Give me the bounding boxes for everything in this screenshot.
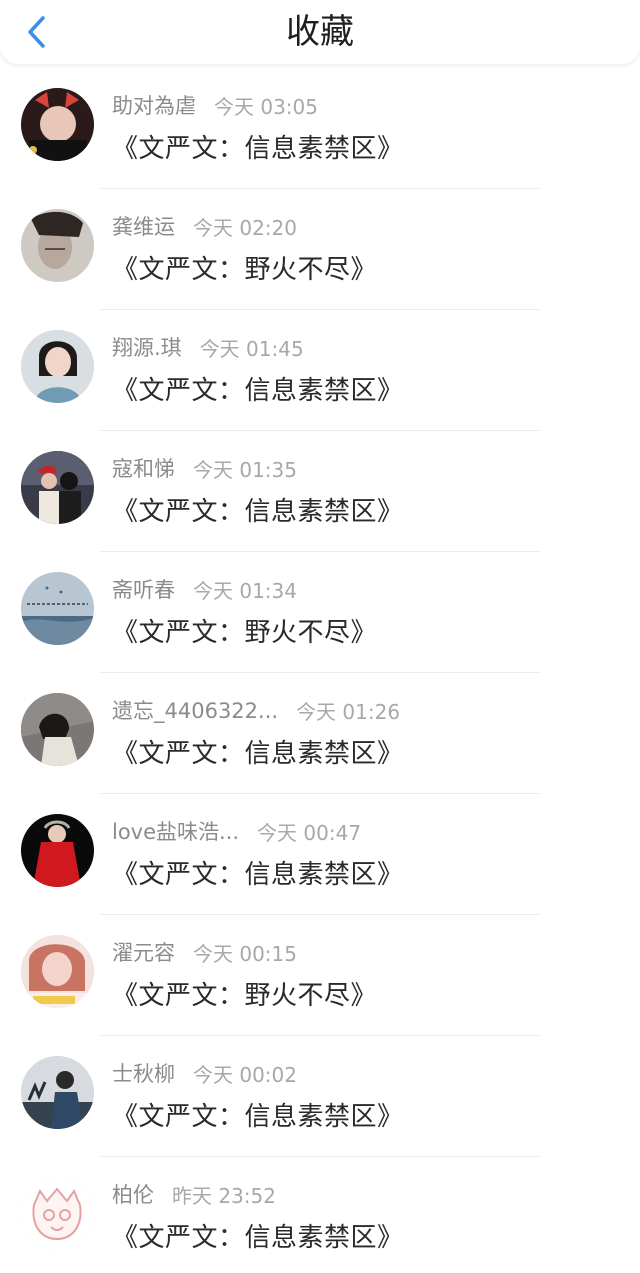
timestamp: 今天 02:20 <box>193 215 297 240</box>
favorite-title[interactable]: 《文严文：信息素禁区》 <box>112 733 404 770</box>
user-name[interactable]: 龚维运 <box>112 211 175 241</box>
user-name[interactable]: 遗忘_4406322... <box>112 695 278 725</box>
favorite-title[interactable]: 《文严文：信息素禁区》 <box>112 854 404 891</box>
list-item[interactable]: love盐味浩... 今天 00:47 《文严文：信息素禁区》 <box>0 794 640 915</box>
item-meta: 龚维运 今天 02:20 <box>112 211 297 241</box>
favorite-title[interactable]: 《文严文：信息素禁区》 <box>112 1217 404 1254</box>
item-meta: 斋听春 今天 01:34 <box>112 574 297 604</box>
item-meta: 翔源.琪 今天 01:45 <box>112 332 304 362</box>
user-name[interactable]: 濯元容 <box>112 937 175 967</box>
user-name[interactable]: love盐味浩... <box>112 816 239 846</box>
timestamp: 今天 01:26 <box>296 699 401 724</box>
item-meta: 寇和悌 今天 01:35 <box>112 453 297 483</box>
user-avatar[interactable] <box>21 935 94 1008</box>
timestamp: 今天 01:34 <box>193 578 297 603</box>
user-name[interactable]: 寇和悌 <box>112 453 175 483</box>
item-meta: 柏伦 昨天 23:52 <box>112 1179 276 1209</box>
favorite-title[interactable]: 《文严文：信息素禁区》 <box>112 491 404 528</box>
user-avatar[interactable] <box>21 693 94 766</box>
user-avatar[interactable] <box>21 1177 94 1250</box>
favorite-title[interactable]: 《文严文：野火不尽》 <box>112 975 377 1012</box>
timestamp: 今天 01:35 <box>193 457 297 482</box>
favorite-title[interactable]: 《文严文：信息素禁区》 <box>112 1096 404 1133</box>
user-name[interactable]: 翔源.琪 <box>112 332 182 362</box>
item-meta: 士秋柳 今天 00:02 <box>112 1058 297 1088</box>
favorite-title[interactable]: 《文严文：野火不尽》 <box>112 249 377 286</box>
item-meta: 助对為虐 今天 03:05 <box>112 90 318 120</box>
timestamp: 今天 00:15 <box>193 941 297 966</box>
timestamp: 昨天 23:52 <box>172 1183 276 1208</box>
timestamp: 今天 00:47 <box>257 820 362 845</box>
user-avatar[interactable] <box>21 814 94 887</box>
timestamp: 今天 03:05 <box>214 94 318 119</box>
page-title: 收藏 <box>286 12 354 52</box>
user-name[interactable]: 助对為虐 <box>112 90 196 120</box>
list-item[interactable]: 翔源.琪 今天 01:45 《文严文：信息素禁区》 <box>0 310 640 431</box>
user-name[interactable]: 士秋柳 <box>112 1058 175 1088</box>
item-meta: 遗忘_4406322... 今天 01:26 <box>112 695 400 725</box>
favorite-title[interactable]: 《文严文：信息素禁区》 <box>112 128 404 165</box>
user-name[interactable]: 斋听春 <box>112 574 175 604</box>
favorites-list: 助对為虐 今天 03:05 《文严文：信息素禁区》 龚维运 今天 02:20 《… <box>0 68 640 1273</box>
favorite-title[interactable]: 《文严文：野火不尽》 <box>112 612 377 649</box>
user-avatar[interactable] <box>21 451 94 524</box>
list-item[interactable]: 寇和悌 今天 01:35 《文严文：信息素禁区》 <box>0 431 640 552</box>
item-meta: love盐味浩... 今天 00:47 <box>112 816 361 846</box>
list-item[interactable]: 龚维运 今天 02:20 《文严文：野火不尽》 <box>0 189 640 310</box>
item-meta: 濯元容 今天 00:15 <box>112 937 297 967</box>
top-bar: 收藏 <box>0 0 640 64</box>
list-item[interactable]: 助对為虐 今天 03:05 《文严文：信息素禁区》 <box>0 68 640 189</box>
user-avatar[interactable] <box>21 1056 94 1129</box>
favorite-title[interactable]: 《文严文：信息素禁区》 <box>112 370 404 407</box>
user-name[interactable]: 柏伦 <box>112 1179 154 1209</box>
user-avatar[interactable] <box>21 88 94 161</box>
chevron-left-icon <box>28 16 45 48</box>
list-item[interactable]: 柏伦 昨天 23:52 《文严文：信息素禁区》 <box>0 1157 640 1273</box>
list-item[interactable]: 士秋柳 今天 00:02 《文严文：信息素禁区》 <box>0 1036 640 1157</box>
timestamp: 今天 00:02 <box>193 1062 297 1087</box>
timestamp: 今天 01:45 <box>199 336 304 361</box>
list-item[interactable]: 斋听春 今天 01:34 《文严文：野火不尽》 <box>0 552 640 673</box>
user-avatar[interactable] <box>21 209 94 282</box>
list-item[interactable]: 濯元容 今天 00:15 《文严文：野火不尽》 <box>0 915 640 1036</box>
list-item[interactable]: 遗忘_4406322... 今天 01:26 《文严文：信息素禁区》 <box>0 673 640 794</box>
user-avatar[interactable] <box>21 572 94 645</box>
back-button[interactable] <box>16 12 56 52</box>
user-avatar[interactable] <box>21 330 94 403</box>
